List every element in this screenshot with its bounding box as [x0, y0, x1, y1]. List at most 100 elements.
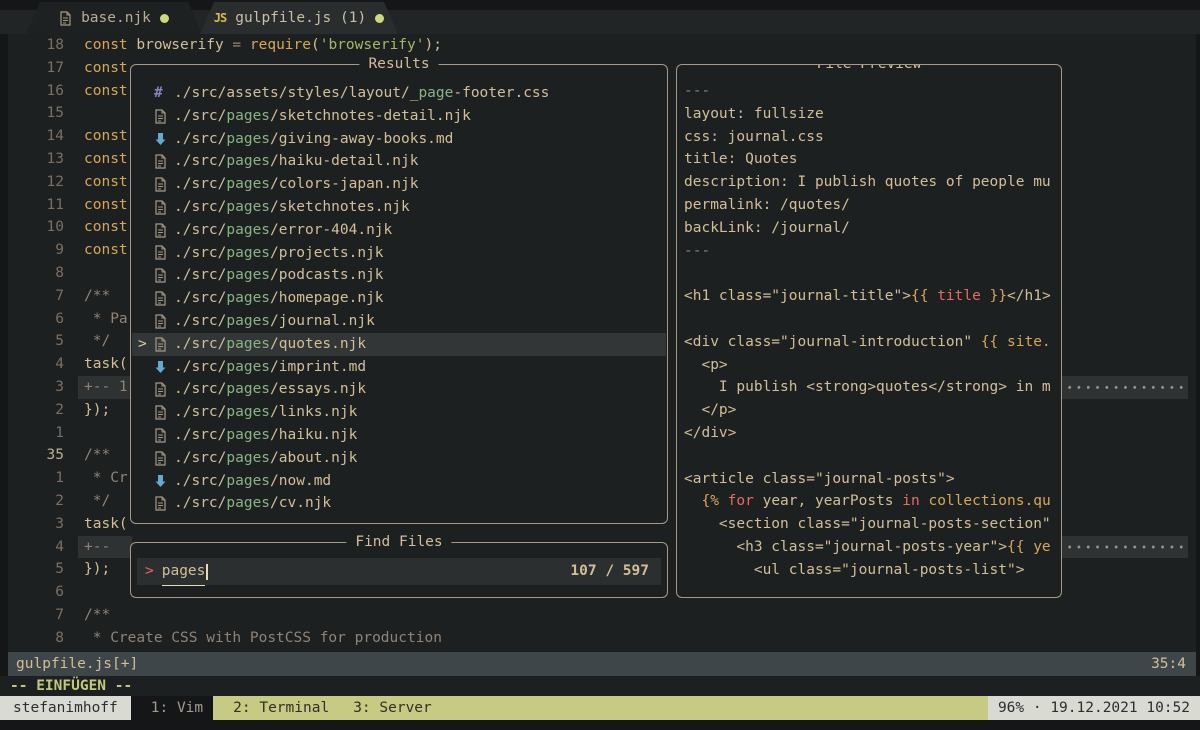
prompt-icon: > [137, 558, 162, 585]
line-number: 4 [8, 353, 78, 376]
list-item[interactable]: ./src/pages/links.njk [132, 401, 666, 424]
list-item[interactable]: ./src/pages/colors-japan.njk [132, 173, 666, 196]
line-number: 7 [8, 285, 78, 308]
code-line: 7/** [8, 604, 1196, 627]
file-path: ./src/pages/haiku.njk [174, 424, 357, 447]
document-file-icon [154, 314, 174, 329]
list-item[interactable]: > ./src/pages/quotes.njk [132, 333, 666, 356]
preview-line: permalink: /quotes/ [684, 194, 1061, 217]
fold-dots [1060, 536, 1188, 559]
document-file-icon [154, 177, 174, 192]
document-file-icon [154, 154, 174, 169]
modified-dot-icon [375, 14, 384, 23]
file-path: ./src/pages/now.md [174, 470, 331, 493]
line-number: 8 [8, 262, 78, 285]
preview-line: <section class="journal-posts-section" [684, 513, 1061, 536]
list-item[interactable]: ./src/pages/imprint.md [132, 356, 666, 379]
file-path: ./src/pages/cv.njk [174, 492, 331, 515]
document-file-icon [154, 268, 174, 283]
list-item[interactable]: ./src/pages/haiku-detail.njk [132, 150, 666, 173]
file-path: ./src/pages/sketchnotes.njk [174, 196, 410, 219]
battery-clock-status: 96% · 19.12.2021 10:52 [988, 696, 1200, 720]
preview-line: --- [684, 240, 1061, 263]
list-item[interactable]: ./src/pages/essays.njk [132, 378, 666, 401]
list-item[interactable]: ./src/pages/cv.njk [132, 492, 666, 515]
tmux-window-vim[interactable]: 1: Vim [139, 696, 213, 720]
line-number: 14 [8, 125, 78, 148]
line-number: 1 [8, 422, 78, 445]
line-number: 13 [8, 148, 78, 171]
fold-dots [1060, 376, 1188, 399]
preview-line: </p> [684, 399, 1061, 422]
file-path: ./src/pages/about.njk [174, 447, 357, 470]
list-item[interactable]: ./src/pages/homepage.njk [132, 287, 666, 310]
document-file-icon [154, 291, 174, 306]
document-file-icon [154, 109, 174, 124]
session-name: stefanimhoff [0, 696, 131, 720]
tmux-statusbar: stefanimhoff 1: Vim 2: Terminal 3: Server… [0, 696, 1200, 720]
document-file-icon [154, 451, 174, 466]
code-text: const browserify = require('browserify')… [78, 34, 1196, 57]
file-path: ./src/pages/imprint.md [174, 356, 366, 379]
preview-line: layout: fullsize [684, 103, 1061, 126]
markdown-file-icon [154, 360, 174, 374]
file-preview-panel: File Preview ---layout: fullsizecss: jou… [676, 64, 1062, 598]
list-item[interactable]: ./src/pages/journal.njk [132, 310, 666, 333]
line-number: 1 [8, 467, 78, 490]
markdown-file-icon [154, 474, 174, 488]
preview-line: <p> [684, 354, 1061, 377]
code-line: 18const browserify = require('browserify… [8, 34, 1196, 57]
code-line: 8 * Create CSS with PostCSS for producti… [8, 627, 1196, 650]
search-input[interactable]: > pages 107 / 597 [137, 558, 661, 585]
tmux-window-terminal[interactable]: 2: Terminal [233, 700, 329, 716]
list-item[interactable]: ./src/pages/about.njk [132, 447, 666, 470]
file-preview-title: File Preview [808, 64, 931, 75]
list-item[interactable]: ./src/pages/error-404.njk [132, 219, 666, 242]
preview-line: <ul class="journal-posts-list"> [684, 559, 1061, 582]
list-item[interactable]: ./src/pages/podcasts.njk [132, 264, 666, 287]
tab-bar: base.njk JS gulpfile.js (1) [0, 0, 1200, 34]
file-path: ./src/pages/colors-japan.njk [174, 173, 418, 196]
tab-base-njk[interactable]: base.njk [26, 2, 202, 34]
statusline-filename: gulpfile.js[+] [8, 652, 138, 676]
tab-label: gulpfile.js (1) [235, 10, 366, 26]
line-number: 16 [8, 80, 78, 103]
line-number: 17 [8, 57, 78, 80]
markdown-file-icon [154, 132, 174, 146]
line-number: 12 [8, 171, 78, 194]
line-number: 35 [8, 444, 78, 467]
document-file-icon [154, 405, 174, 420]
find-files-panel: Find Files > pages 107 / 597 [130, 542, 668, 598]
selection-caret-icon: > [138, 333, 154, 356]
list-item[interactable]: ./src/pages/sketchnotes-detail.njk [132, 105, 666, 128]
file-path: ./src/pages/haiku-detail.njk [174, 150, 418, 173]
list-item[interactable]: ./src/pages/haiku.njk [132, 424, 666, 447]
document-file-icon [154, 428, 174, 443]
insert-mode-indicator: -- EINFÜGEN -- [0, 678, 132, 694]
file-path: ./src/pages/quotes.njk [174, 333, 366, 356]
line-number: 18 [8, 34, 78, 57]
tmux-window-server[interactable]: 3: Server [353, 700, 432, 716]
preview-line: <article class="journal-posts"> [684, 468, 1061, 491]
list-item[interactable]: #./src/assets/styles/layout/_page-footer… [132, 82, 666, 105]
terminal-screen: { "palette":{ "bg-term":"#141617","bg-ed… [0, 0, 1200, 730]
list-item[interactable]: ./src/pages/now.md [132, 470, 666, 493]
line-number: 2 [8, 399, 78, 422]
vim-statusline: gulpfile.js[+] 35:4 [8, 652, 1196, 676]
cursor-position: 35:4 [1151, 652, 1196, 676]
list-item[interactable]: ./src/pages/sketchnotes.njk [132, 196, 666, 219]
line-number: 6 [8, 581, 78, 604]
list-item[interactable]: ./src/pages/giving-away-books.md [132, 128, 666, 151]
find-files-title: Find Files [346, 532, 451, 553]
line-number: 3 [8, 376, 78, 399]
document-file-icon [154, 382, 174, 397]
preview-line [684, 308, 1061, 331]
list-item[interactable]: ./src/pages/projects.njk [132, 242, 666, 265]
line-number: 8 [8, 627, 78, 650]
document-file-icon [154, 223, 174, 238]
file-path: ./src/pages/giving-away-books.md [174, 128, 453, 151]
line-number: 9 [8, 239, 78, 262]
file-path: ./src/pages/essays.njk [174, 378, 366, 401]
tab-gulpfile-js[interactable]: JS gulpfile.js (1) [200, 2, 398, 34]
document-file-icon [154, 200, 174, 215]
